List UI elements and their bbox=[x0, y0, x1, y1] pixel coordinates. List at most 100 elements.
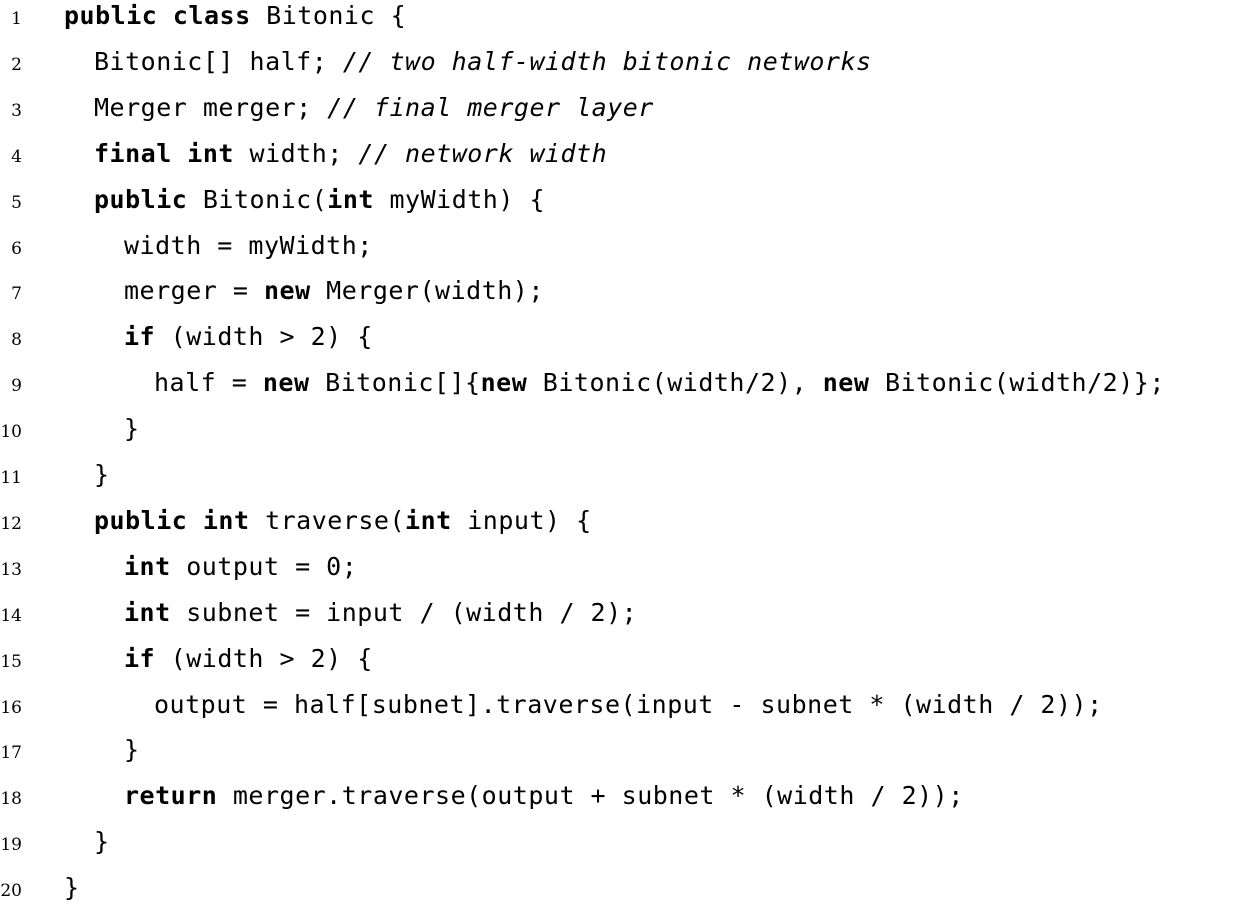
line-number: 7 bbox=[11, 284, 22, 305]
code-text: } bbox=[64, 872, 80, 904]
code-text: } bbox=[124, 413, 140, 445]
keyword: public bbox=[94, 184, 188, 214]
code-text: if (width > 2) { bbox=[124, 643, 373, 675]
code-text: output = half[subnet].traverse(input - s… bbox=[154, 689, 1103, 721]
code-token: width; bbox=[233, 138, 359, 168]
code-line: 16 output = half[subnet].traverse(input -… bbox=[0, 689, 1241, 735]
code-line: 9 half = new Bitonic[]{new Bitonic(width/… bbox=[0, 367, 1241, 413]
keyword: public class bbox=[64, 1, 251, 30]
code-token: Merger(width); bbox=[310, 276, 544, 306]
code-token: Bitonic[]{ bbox=[309, 368, 481, 398]
line-number: 2 bbox=[11, 54, 22, 75]
keyword: new bbox=[263, 276, 311, 306]
code-line: 19} bbox=[0, 826, 1241, 872]
code-token: Merger merger; bbox=[94, 92, 328, 122]
code-token: (width > 2) { bbox=[155, 322, 373, 352]
code-line: 17} bbox=[0, 734, 1241, 780]
line-number: 10 bbox=[0, 422, 22, 443]
keyword: int bbox=[327, 184, 374, 214]
line-number: 14 bbox=[0, 605, 22, 626]
line-number: 5 bbox=[11, 192, 22, 213]
code-token: input) { bbox=[451, 505, 592, 535]
line-number: 19 bbox=[0, 835, 22, 856]
code-text: } bbox=[94, 826, 110, 858]
line-number: 3 bbox=[11, 100, 22, 121]
code-token: } bbox=[94, 827, 110, 857]
code-line: 13 int output = 0; bbox=[0, 551, 1241, 597]
code-line: 2 Bitonic[] half; // two half-width biton… bbox=[0, 46, 1241, 92]
code-line: 7 merger = new Merger(width); bbox=[0, 275, 1241, 321]
code-text: Merger merger; // final merger layer bbox=[94, 92, 654, 124]
code-token: output = half[subnet].traverse(input - s… bbox=[154, 689, 1103, 719]
code-line: 4 final int width; // network width bbox=[0, 138, 1241, 184]
code-token: half = bbox=[154, 368, 263, 398]
code-line: 8 if (width > 2) { bbox=[0, 321, 1241, 367]
code-token: subnet = input / (width / 2); bbox=[170, 597, 638, 627]
code-line: 6 width = myWidth; bbox=[0, 230, 1241, 276]
code-line: 5 public Bitonic(int myWidth) { bbox=[0, 184, 1241, 230]
keyword: new bbox=[480, 368, 528, 398]
code-token: merger = bbox=[124, 276, 264, 306]
keyword: if bbox=[124, 643, 156, 673]
keyword: if bbox=[124, 322, 156, 352]
code-line: 14 int subnet = input / (width / 2); bbox=[0, 597, 1241, 643]
code-text: merger = new Merger(width); bbox=[124, 275, 544, 307]
code-token: output = 0; bbox=[170, 551, 358, 581]
code-line: 18 return merger.traverse(output + subnet… bbox=[0, 780, 1241, 826]
line-number: 17 bbox=[0, 743, 22, 764]
code-text: } bbox=[94, 459, 110, 491]
code-text: if (width > 2) { bbox=[124, 321, 373, 353]
code-text: public Bitonic(int myWidth) { bbox=[94, 184, 545, 216]
line-number: 16 bbox=[0, 697, 22, 718]
code-line: 11} bbox=[0, 459, 1241, 505]
line-number: 6 bbox=[11, 238, 22, 259]
code-token: Bitonic[] half; bbox=[94, 46, 343, 76]
code-line: 12 public int traverse(int input) { bbox=[0, 505, 1241, 551]
code-line: 10} bbox=[0, 413, 1241, 459]
code-text: width = myWidth; bbox=[124, 230, 373, 262]
code-text: final int width; // network width bbox=[94, 138, 607, 170]
code-listing: 1 public class Bitonic { 2 Bitonic[] half; … bbox=[0, 0, 1241, 902]
code-token: } bbox=[94, 460, 110, 489]
keyword: return bbox=[124, 781, 218, 811]
keyword: final int bbox=[94, 138, 234, 168]
line-number: 9 bbox=[11, 376, 22, 397]
code-token: myWidth) { bbox=[373, 184, 546, 214]
keyword: new bbox=[822, 368, 870, 398]
code-token: Bitonic(width/2)}; bbox=[869, 368, 1165, 398]
code-text: public class Bitonic { bbox=[64, 0, 406, 32]
line-number: 8 bbox=[11, 330, 22, 351]
keyword: int bbox=[124, 597, 171, 627]
comment: // two half-width bitonic networks bbox=[342, 46, 872, 76]
keyword: public int bbox=[94, 505, 250, 535]
code-token: Bitonic(width/2), bbox=[527, 368, 823, 398]
code-token: (width > 2) { bbox=[155, 643, 373, 673]
line-number: 12 bbox=[0, 513, 22, 534]
code-token: Bitonic { bbox=[250, 1, 407, 30]
code-token: merger.traverse(output + subnet * (width… bbox=[217, 781, 964, 811]
code-line: 1 public class Bitonic { bbox=[0, 0, 1241, 46]
code-token: Bitonic( bbox=[187, 184, 328, 214]
code-text: return merger.traverse(output + subnet *… bbox=[124, 780, 964, 812]
code-line: 3 Merger merger; // final merger layer bbox=[0, 92, 1241, 138]
code-line: 15 if (width > 2) { bbox=[0, 643, 1241, 689]
code-text: public int traverse(int input) { bbox=[94, 505, 592, 537]
line-number: 13 bbox=[0, 559, 22, 580]
code-token: traverse( bbox=[249, 505, 406, 535]
keyword: int bbox=[124, 551, 171, 581]
line-number: 4 bbox=[11, 146, 22, 167]
keyword: int bbox=[405, 505, 452, 535]
code-text: int output = 0; bbox=[124, 551, 357, 583]
line-number: 1 bbox=[11, 9, 22, 29]
comment: // network width bbox=[358, 138, 608, 168]
code-token: width = myWidth; bbox=[124, 230, 373, 260]
code-token: } bbox=[124, 414, 140, 444]
keyword: new bbox=[262, 368, 310, 398]
line-number: 20 bbox=[0, 881, 22, 902]
code-text: Bitonic[] half; // two half-width bitoni… bbox=[94, 46, 872, 78]
code-line: 20} bbox=[0, 872, 1241, 918]
code-token: } bbox=[124, 735, 140, 765]
line-number: 15 bbox=[0, 651, 22, 672]
line-number: 11 bbox=[0, 468, 22, 488]
code-text: int subnet = input / (width / 2); bbox=[124, 597, 637, 629]
